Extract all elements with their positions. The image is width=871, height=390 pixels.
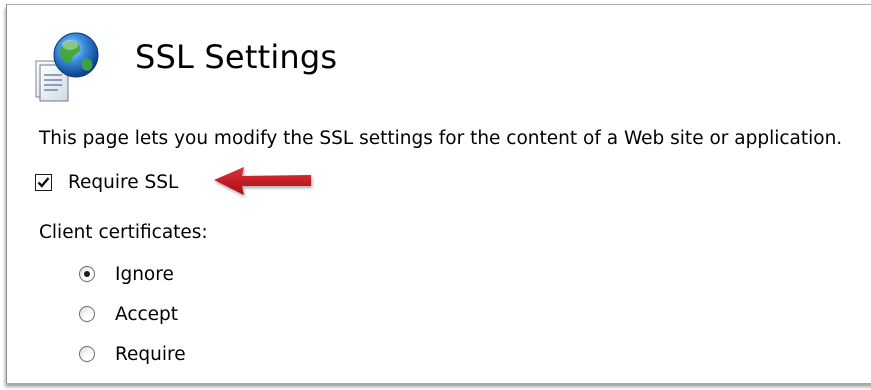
require-ssl-option[interactable]: Require SSL	[35, 168, 178, 196]
checkmark-icon	[37, 176, 50, 188]
ssl-settings-panel: SSL Settings This page lets you modify t…	[6, 4, 871, 383]
ignore-label: Ignore	[115, 263, 174, 285]
require-ssl-label: Require SSL	[68, 171, 179, 193]
page-title: SSL Settings	[135, 38, 338, 76]
globe-document-icon	[34, 29, 102, 105]
accept-radio[interactable]	[79, 306, 95, 322]
radio-option-ignore[interactable]: Ignore	[79, 261, 174, 287]
client-certificates-label: Client certificates:	[39, 222, 208, 243]
page-description: This page lets you modify the SSL settin…	[39, 128, 843, 149]
radio-option-accept[interactable]: Accept	[79, 301, 178, 327]
red-arrow-icon	[212, 165, 316, 203]
ignore-radio[interactable]	[79, 266, 95, 282]
accept-label: Accept	[115, 303, 179, 325]
require-radio[interactable]	[79, 346, 95, 362]
require-label: Require	[115, 343, 186, 365]
radio-option-require[interactable]: Require	[79, 341, 186, 367]
require-ssl-checkbox[interactable]	[35, 173, 52, 191]
